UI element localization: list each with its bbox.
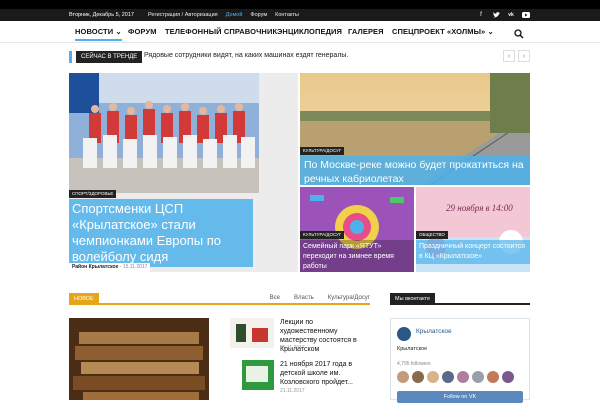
nav-item-forum[interactable]: ФОРУМ	[128, 27, 157, 36]
chevron-right-icon[interactable]: ›	[518, 50, 530, 62]
current-date: Вторник, Декабрь 5, 2017	[69, 12, 134, 18]
facebook-icon[interactable]: f	[477, 11, 485, 19]
trending-bar: СЕЙЧАС В ТРЕНДЕ Рядовые сотрудники видят…	[68, 50, 530, 64]
followers-count: 4,795 followers	[397, 361, 431, 367]
twitter-icon[interactable]	[492, 11, 500, 19]
tab-power[interactable]: Власть	[294, 295, 314, 301]
chevron-left-icon[interactable]: ‹	[503, 50, 515, 62]
avatar[interactable]	[412, 371, 424, 383]
login-link[interactable]: Регистрация / Авторизация	[148, 12, 218, 18]
nav-item-encyclopedia[interactable]: ЭНЦИКЛОПЕДИЯ	[277, 27, 342, 36]
nav-item-special[interactable]: СПЕЦПРОЕКТ «ХОЛМЫ» ⌄	[392, 27, 494, 36]
vk-icon[interactable]: vk	[507, 11, 515, 19]
vk-block-label: Мы вконтакте	[390, 293, 436, 305]
featured-grid: СПОРТ/ЗДОРОВЬЕ Спортсменки ЦСП «Крылатск…	[69, 73, 530, 272]
featured-park-title[interactable]: Семейный парк «ЯТУТ» переходит на зимнее…	[300, 240, 414, 272]
avatar[interactable]	[397, 371, 409, 383]
avatar[interactable]	[427, 371, 439, 383]
trending-label: СЕЙЧАС В ТРЕНДЕ	[68, 51, 143, 63]
group-name[interactable]: Крылатское	[416, 328, 452, 335]
group-subtitle: Крылатское	[397, 346, 428, 352]
nav-item-news[interactable]: НОВОСТИ ⌄	[75, 27, 122, 41]
avatar[interactable]	[487, 371, 499, 383]
featured-river[interactable]: КУЛЬТУРА/ДОСУГ По Москве-реке можно буде…	[300, 73, 530, 185]
news-block-header: НОВОЕ Все Власть Культура/Досуг	[69, 293, 370, 305]
group-avatar[interactable]	[397, 327, 411, 341]
search-icon[interactable]	[514, 26, 524, 39]
youtube-icon[interactable]	[522, 11, 530, 19]
top-black-strip	[0, 0, 600, 9]
lecture-thumbnail	[230, 318, 274, 348]
category-badge[interactable]: ОБЩЕСТВО	[416, 231, 448, 239]
avatar[interactable]	[472, 371, 484, 383]
author-name[interactable]: Район Крылатское	[72, 264, 118, 270]
featured-main-title[interactable]: Спортсменки ЦСП «Крылатское» стали чемпи…	[69, 199, 253, 267]
team-photo	[69, 73, 259, 193]
vk-block-header: Мы вконтакте	[390, 293, 530, 305]
featured-concert-title[interactable]: Праздничный концерт состоится в КЦ «Крыл…	[416, 240, 530, 264]
books-image[interactable]	[69, 318, 209, 400]
news-block-label: НОВОЕ	[69, 293, 99, 305]
trending-arrows: ‹ ›	[503, 50, 530, 62]
forum-link[interactable]: Форум	[250, 12, 267, 18]
utility-bar: Вторник, Декабрь 5, 2017 Регистрация / А…	[0, 9, 600, 21]
featured-main-meta: Район Крылатское - 15.11.2017	[69, 263, 151, 272]
home-link[interactable]: Домой	[226, 12, 243, 18]
featured-park[interactable]: КУЛЬТУРА/ДОСУГ Семейный парк «ЯТУТ» пере…	[300, 187, 414, 272]
featured-concert[interactable]: 29 ноября в 14:00 ОБЩЕСТВО Праздничный к…	[416, 187, 530, 272]
tab-culture[interactable]: Культура/Досуг	[328, 295, 370, 301]
category-badge[interactable]: КУЛЬТУРА/ДОСУГ	[300, 147, 345, 155]
poster-text: 29 ноября в 14:00	[446, 203, 513, 213]
featured-river-title[interactable]: По Москве-реке можно будет прокатиться н…	[300, 156, 530, 185]
social-icons: f vk	[477, 11, 530, 19]
avatar[interactable]	[502, 371, 514, 383]
trending-headline[interactable]: Рядовые сотрудники видят, на каких машин…	[144, 52, 348, 59]
nav-news-label: НОВОСТИ	[75, 27, 114, 36]
nav-item-gallery[interactable]: ГАЛЕРЕЯ	[348, 27, 384, 36]
list-item-date: 21.11.2017	[280, 388, 305, 394]
utility-links: Регистрация / Авторизация Домой Форум Ко…	[148, 12, 299, 18]
post-date: - 15.11.2017	[119, 264, 148, 270]
featured-main[interactable]: СПОРТ/ЗДОРОВЬЕ Спортсменки ЦСП «Крылатск…	[69, 73, 298, 272]
category-badge[interactable]: СПОРТ/ЗДОРОВЬЕ	[69, 190, 117, 198]
avatar[interactable]	[442, 371, 454, 383]
contacts-link[interactable]: Контакты	[275, 12, 299, 18]
vk-widget: Крылатское Крылатское 4,795 followers Fo…	[390, 318, 530, 403]
category-badge[interactable]: КУЛЬТУРА/ДОСУГ	[300, 231, 345, 239]
list-item-date: 21.11.2017	[280, 345, 305, 351]
news-filter-tabs: Все Власть Культура/Досуг	[270, 295, 370, 301]
school-thumbnail	[230, 360, 274, 390]
avatar[interactable]	[457, 371, 469, 383]
main-nav: НОВОСТИ ⌄ ФОРУМ ТЕЛЕФОННЫЙ СПРАВОЧНИК ЭН…	[0, 21, 600, 43]
tab-all[interactable]: Все	[270, 295, 280, 301]
nav-special-label: СПЕЦПРОЕКТ «ХОЛМЫ»	[392, 27, 486, 36]
list-item-title[interactable]: 21 ноября 2017 года в детской школе им. …	[280, 360, 372, 387]
chevron-down-icon: ⌄	[115, 27, 122, 36]
nav-item-phonebook[interactable]: ТЕЛЕФОННЫЙ СПРАВОЧНИК	[165, 27, 277, 36]
follower-avatars	[397, 371, 514, 383]
follow-vk-button[interactable]: Follow on VK	[397, 391, 523, 403]
chevron-down-icon: ⌄	[487, 27, 494, 36]
